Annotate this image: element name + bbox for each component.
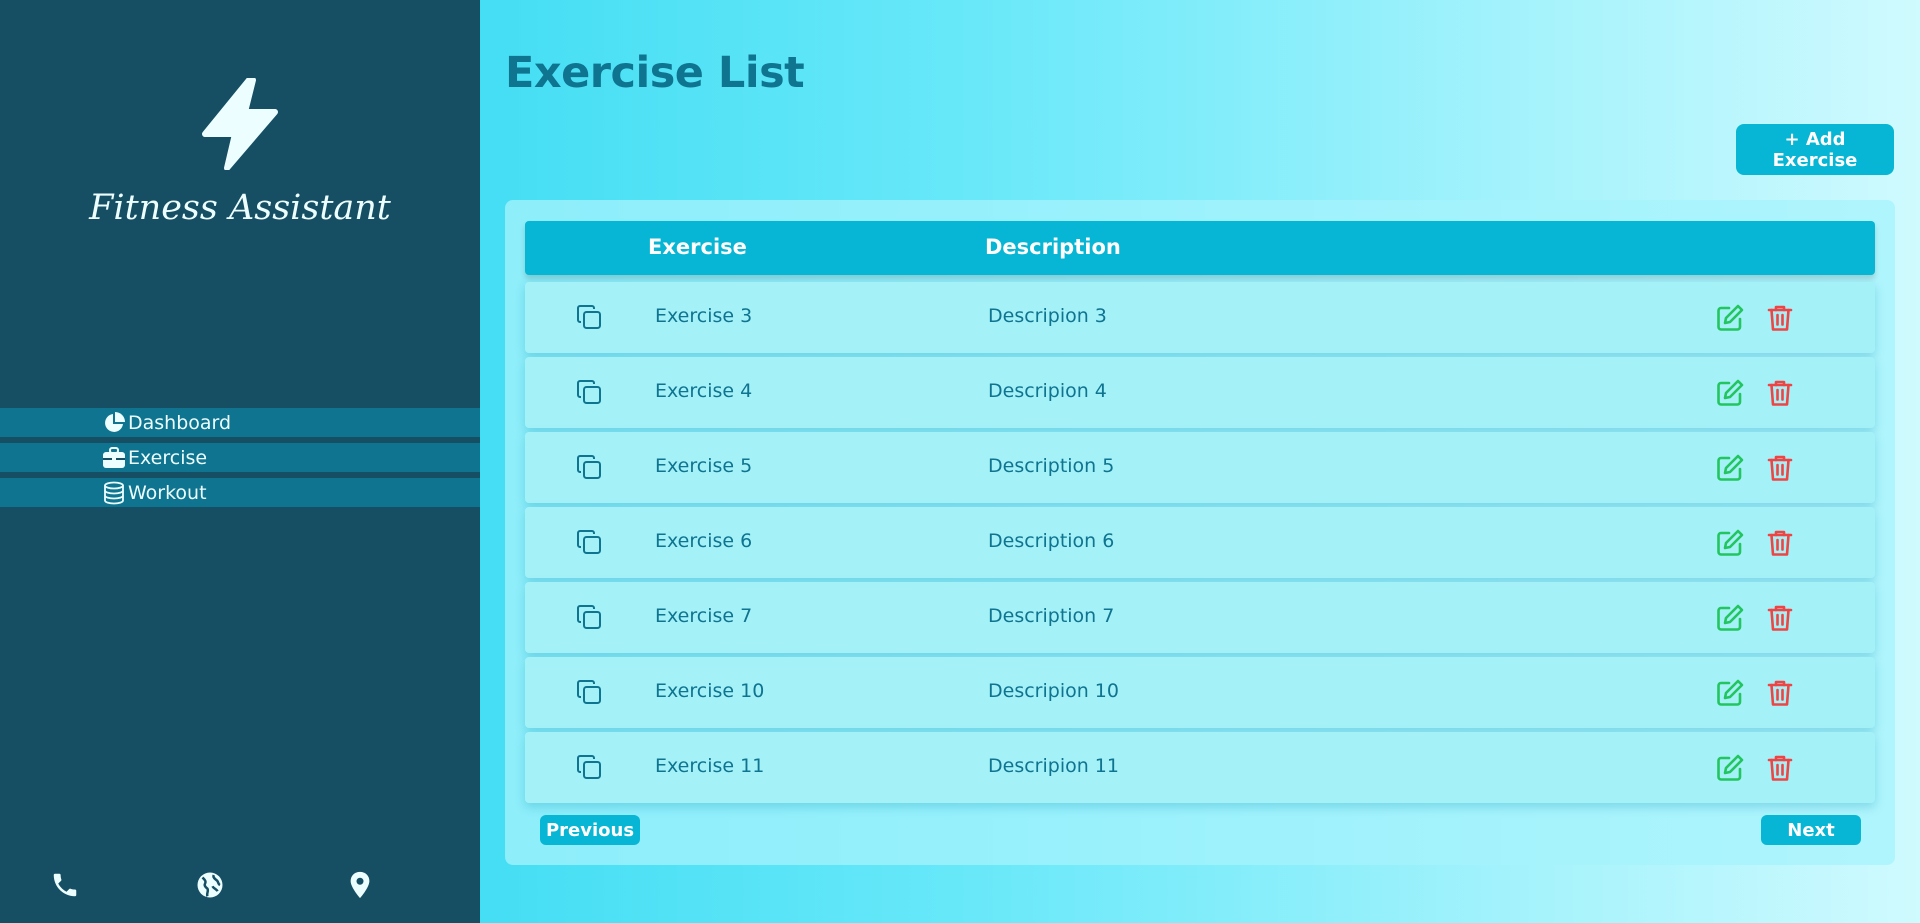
table-row: Exercise 11 Descripion 11 xyxy=(525,732,1875,803)
sidebar-nav: Dashboard Exercise Workout xyxy=(0,408,480,513)
edit-icon[interactable] xyxy=(1715,528,1745,558)
trash-icon[interactable] xyxy=(1765,603,1795,633)
exercise-table-card: Exercise Description Exercise 3 Descripio… xyxy=(505,200,1895,865)
trash-icon[interactable] xyxy=(1765,303,1795,333)
trash-icon[interactable] xyxy=(1765,378,1795,408)
description-cell: Descripion 11 xyxy=(988,755,1119,777)
globe-icon[interactable] xyxy=(195,870,225,900)
table-row: Exercise 4 Descripion 4 xyxy=(525,357,1875,428)
edit-icon[interactable] xyxy=(1715,678,1745,708)
main-content: Exercise List + Add Exercise Exercise De… xyxy=(480,0,1920,923)
description-cell: Description 5 xyxy=(988,455,1115,477)
next-button[interactable]: Next xyxy=(1761,815,1861,845)
column-header-description: Description xyxy=(985,235,1121,259)
briefcase-icon xyxy=(103,446,125,468)
lightning-bolt-icon xyxy=(202,78,278,170)
sidebar-item-workout[interactable]: Workout xyxy=(0,478,480,507)
edit-icon[interactable] xyxy=(1715,603,1745,633)
table-header: Exercise Description xyxy=(525,221,1875,275)
edit-icon[interactable] xyxy=(1715,453,1745,483)
column-header-exercise: Exercise xyxy=(648,235,747,259)
copy-icon[interactable] xyxy=(575,528,603,556)
trash-icon[interactable] xyxy=(1765,753,1795,783)
table-row: Exercise 3 Descripion 3 xyxy=(525,282,1875,353)
sidebar-item-label: Exercise xyxy=(128,446,208,469)
edit-icon[interactable] xyxy=(1715,753,1745,783)
sidebar: Fitness Assistant Dashboard Exercise Wor… xyxy=(0,0,480,923)
trash-icon[interactable] xyxy=(1765,453,1795,483)
description-cell: Description 7 xyxy=(988,605,1115,627)
sidebar-item-label: Dashboard xyxy=(128,411,232,434)
sidebar-item-label: Workout xyxy=(128,481,207,504)
previous-button[interactable]: Previous xyxy=(540,815,640,845)
description-cell: Description 6 xyxy=(988,530,1115,552)
trash-icon[interactable] xyxy=(1765,678,1795,708)
pie-chart-icon xyxy=(105,411,125,432)
copy-icon[interactable] xyxy=(575,303,603,331)
page-title: Exercise List xyxy=(505,48,805,98)
table-row: Exercise 6 Description 6 xyxy=(525,507,1875,578)
copy-icon[interactable] xyxy=(575,753,603,781)
edit-icon[interactable] xyxy=(1715,378,1745,408)
add-exercise-button[interactable]: + Add Exercise xyxy=(1736,124,1894,175)
copy-icon[interactable] xyxy=(575,453,603,481)
exercise-name-cell: Exercise 3 xyxy=(655,305,753,327)
copy-icon[interactable] xyxy=(575,378,603,406)
sidebar-item-dashboard[interactable]: Dashboard xyxy=(0,408,480,437)
location-pin-icon[interactable] xyxy=(345,870,375,900)
exercise-name-cell: Exercise 11 xyxy=(655,755,765,777)
copy-icon[interactable] xyxy=(575,678,603,706)
exercise-name-cell: Exercise 5 xyxy=(655,455,753,477)
copy-icon[interactable] xyxy=(575,603,603,631)
edit-icon[interactable] xyxy=(1715,303,1745,333)
phone-icon[interactable] xyxy=(50,870,80,900)
exercise-name-cell: Exercise 4 xyxy=(655,380,753,402)
trash-icon[interactable] xyxy=(1765,528,1795,558)
exercise-name-cell: Exercise 7 xyxy=(655,605,753,627)
exercise-name-cell: Exercise 6 xyxy=(655,530,753,552)
database-icon xyxy=(104,481,124,504)
table-row: Exercise 10 Descripion 10 xyxy=(525,657,1875,728)
description-cell: Descripion 10 xyxy=(988,680,1119,702)
table-row: Exercise 7 Description 7 xyxy=(525,582,1875,653)
description-cell: Descripion 4 xyxy=(988,380,1107,402)
sidebar-item-exercise[interactable]: Exercise xyxy=(0,443,480,472)
description-cell: Descripion 3 xyxy=(988,305,1107,327)
brand-name: Fitness Assistant xyxy=(89,188,391,228)
exercise-name-cell: Exercise 10 xyxy=(655,680,765,702)
table-row: Exercise 5 Description 5 xyxy=(525,432,1875,503)
